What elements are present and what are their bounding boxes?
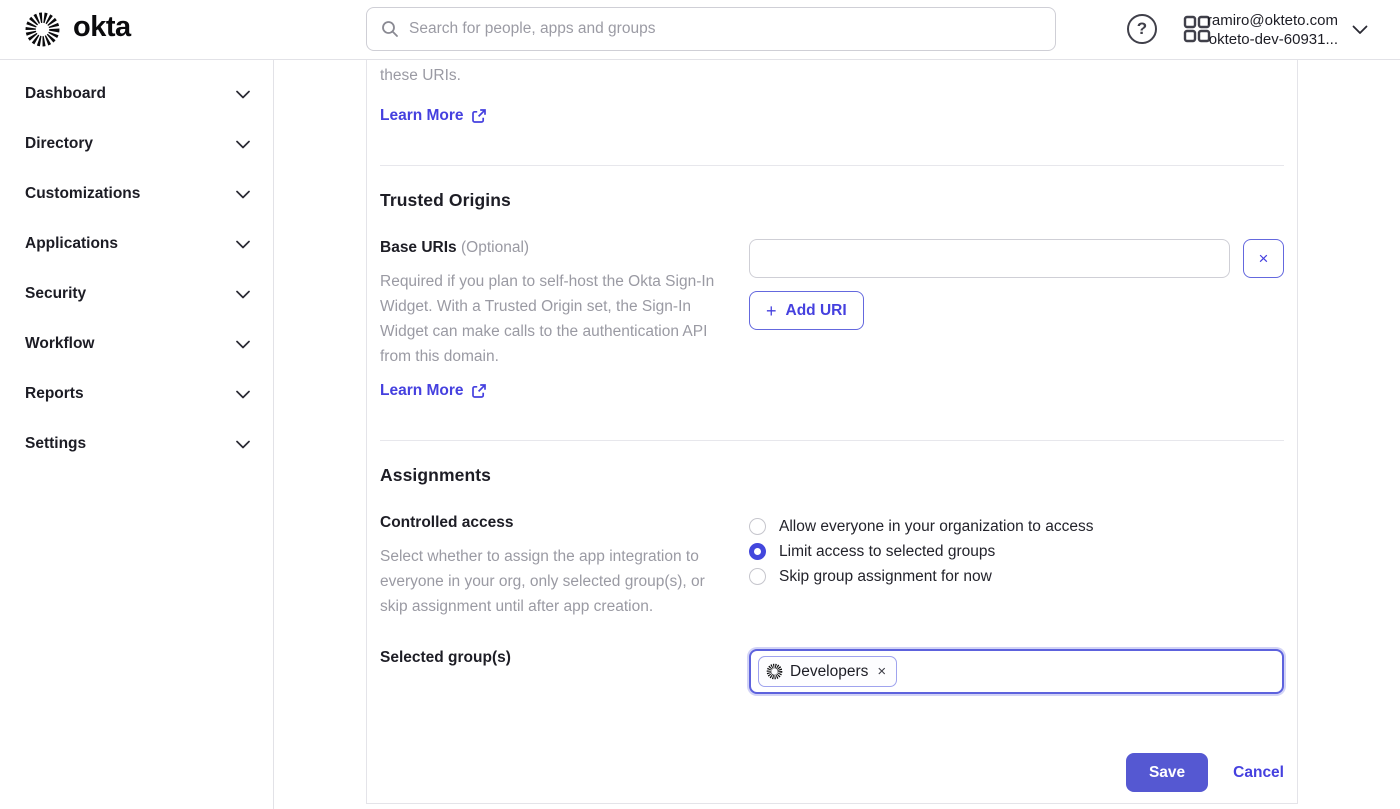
- base-uris-row: Base URIs (Optional) Required if you pla…: [380, 239, 1284, 400]
- okta-sunburst-icon: [24, 11, 61, 48]
- section-divider: [380, 440, 1284, 441]
- controlled-access-description: Select whether to assign the app integra…: [380, 544, 720, 619]
- assignments-title: Assignments: [380, 465, 1284, 486]
- top-header: okta ? ramiro@okteto.com okteto-dev-6093…: [0, 0, 1400, 60]
- sidebar-item-applications[interactable]: Applications: [0, 219, 273, 269]
- sidebar-item-settings[interactable]: Settings: [0, 419, 273, 469]
- okta-sunburst-icon: [766, 663, 783, 680]
- trusted-origins-title: Trusted Origins: [380, 190, 1284, 211]
- learn-more-link-intro[interactable]: Learn More: [380, 107, 486, 125]
- radio-skip-assignment[interactable]: Skip group assignment for now: [749, 564, 1284, 589]
- chevron-down-icon: [236, 140, 250, 149]
- search-icon: [381, 20, 399, 38]
- search-input[interactable]: [409, 20, 1041, 38]
- external-link-icon: [472, 384, 486, 398]
- save-button[interactable]: Save: [1126, 753, 1208, 792]
- controlled-access-label: Controlled access: [380, 514, 720, 532]
- close-icon[interactable]: ×: [877, 664, 886, 679]
- selected-groups-label: Selected group(s): [380, 649, 720, 667]
- cancel-button[interactable]: Cancel: [1233, 764, 1284, 782]
- sidebar-nav: Dashboard Directory Customizations Appli…: [0, 60, 274, 809]
- plus-icon: +: [766, 302, 777, 320]
- base-uris-description: Required if you plan to self-host the Ok…: [380, 269, 720, 369]
- global-search[interactable]: [366, 7, 1056, 51]
- base-uris-label: Base URIs (Optional): [380, 239, 720, 257]
- help-icon[interactable]: ?: [1127, 14, 1157, 44]
- controlled-access-row: Controlled access Select whether to assi…: [380, 514, 1284, 619]
- app-settings-card: these URIs. Learn More Trusted Origins B…: [366, 60, 1298, 804]
- chevron-down-icon: [236, 290, 250, 299]
- chevron-down-icon: [236, 440, 250, 449]
- account-menu[interactable]: ramiro@okteto.com okteto-dev-60931...: [1207, 0, 1368, 60]
- radio-button: [749, 568, 766, 585]
- okta-logo[interactable]: okta: [24, 11, 131, 48]
- chevron-down-icon: [236, 190, 250, 199]
- external-link-icon: [472, 109, 486, 123]
- selected-groups-row: Selected group(s) Developers ×: [380, 649, 1284, 694]
- radio-limit-access[interactable]: Limit access to selected groups: [749, 539, 1284, 564]
- clipped-paragraph: these URIs.: [380, 63, 1284, 88]
- learn-more-link-base-uris[interactable]: Learn More: [380, 382, 486, 400]
- okta-wordmark: okta: [73, 13, 131, 46]
- sidebar-item-workflow[interactable]: Workflow: [0, 319, 273, 369]
- add-uri-button[interactable]: + Add URI: [749, 291, 864, 330]
- section-divider: [380, 165, 1284, 166]
- account-org: okteto-dev-60931...: [1207, 30, 1338, 49]
- account-email: ramiro@okteto.com: [1207, 11, 1338, 30]
- chevron-down-icon: [236, 240, 250, 249]
- chevron-down-icon: [236, 390, 250, 399]
- sidebar-item-customizations[interactable]: Customizations: [0, 169, 273, 219]
- chevron-down-icon: [236, 90, 250, 99]
- sidebar-item-security[interactable]: Security: [0, 269, 273, 319]
- selected-groups-input[interactable]: Developers ×: [749, 649, 1284, 694]
- group-chip-developers: Developers ×: [758, 656, 897, 687]
- form-actions: Save Cancel: [1126, 753, 1284, 792]
- sidebar-item-dashboard[interactable]: Dashboard: [0, 69, 273, 119]
- radio-allow-everyone[interactable]: Allow everyone in your organization to a…: [749, 514, 1284, 539]
- chevron-down-icon: [1352, 25, 1368, 35]
- sidebar-item-reports[interactable]: Reports: [0, 369, 273, 419]
- close-icon: ×: [1259, 249, 1269, 269]
- optional-tag: (Optional): [461, 239, 529, 256]
- sidebar-item-directory[interactable]: Directory: [0, 119, 273, 169]
- radio-button: [749, 543, 766, 560]
- base-uri-input[interactable]: [749, 239, 1230, 278]
- radio-button: [749, 518, 766, 535]
- chevron-down-icon: [236, 340, 250, 349]
- remove-uri-button[interactable]: ×: [1243, 239, 1284, 278]
